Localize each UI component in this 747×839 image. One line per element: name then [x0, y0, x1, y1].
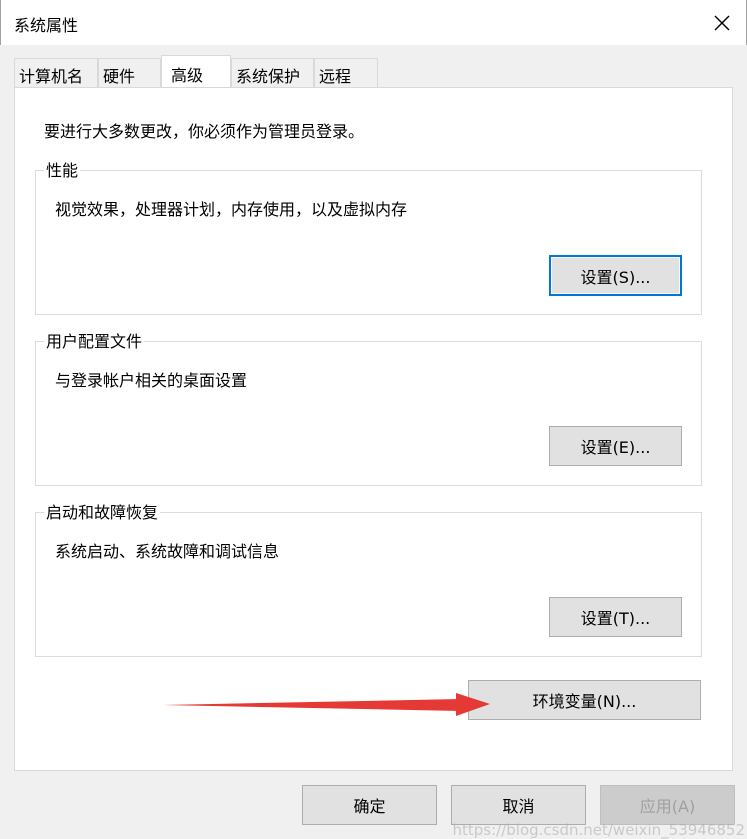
window-title: 系统属性 — [14, 16, 79, 35]
tab-computer-name[interactable]: 计算机名 — [14, 58, 98, 87]
performance-settings-button[interactable]: 设置(S)... — [549, 255, 682, 296]
tab-system-protection[interactable]: 系统保护 — [231, 58, 314, 87]
ok-button[interactable]: 确定 — [302, 785, 437, 825]
title-bar: 系统属性 — [0, 0, 747, 45]
environment-variables-button[interactable]: 环境变量(N)... — [468, 680, 701, 720]
user-profiles-group: 用户配置文件 与登录帐户相关的桌面设置 设置(E)... — [35, 328, 702, 486]
apply-button[interactable]: 应用(A) — [600, 785, 735, 825]
user-profiles-description: 与登录帐户相关的桌面设置 — [55, 371, 248, 390]
tab-advanced[interactable]: 高级 — [161, 55, 231, 90]
tab-strip: 计算机名 硬件 高级 系统保护 远程 — [0, 45, 747, 90]
cancel-button[interactable]: 取消 — [451, 785, 586, 825]
tab-remote[interactable]: 远程 — [314, 58, 378, 87]
startup-recovery-group: 启动和故障恢复 系统启动、系统故障和调试信息 设置(T)... — [35, 499, 702, 657]
tab-hardware[interactable]: 硬件 — [98, 58, 161, 87]
startup-recovery-label: 启动和故障恢复 — [44, 499, 161, 523]
advanced-tab-panel: 要进行大多数更改，你必须作为管理员登录。 性能 视觉效果，处理器计划，内存使用，… — [14, 87, 733, 771]
close-button[interactable] — [698, 0, 746, 45]
user-profiles-settings-button[interactable]: 设置(E)... — [549, 426, 682, 466]
close-icon — [714, 15, 730, 30]
admin-notice: 要进行大多数更改，你必须作为管理员登录。 — [44, 122, 365, 141]
performance-group: 性能 视觉效果，处理器计划，内存使用，以及虚拟内存 设置(S)... — [35, 157, 702, 315]
watermark-text: https://blog.csdn.net/weixin_53946852 — [452, 821, 745, 839]
startup-recovery-settings-button[interactable]: 设置(T)... — [549, 597, 682, 637]
performance-label: 性能 — [44, 157, 81, 181]
startup-recovery-description: 系统启动、系统故障和调试信息 — [55, 542, 280, 561]
user-profiles-label: 用户配置文件 — [44, 328, 145, 352]
performance-description: 视觉效果，处理器计划，内存使用，以及虚拟内存 — [55, 200, 408, 219]
annotation-arrow-icon — [163, 693, 490, 716]
